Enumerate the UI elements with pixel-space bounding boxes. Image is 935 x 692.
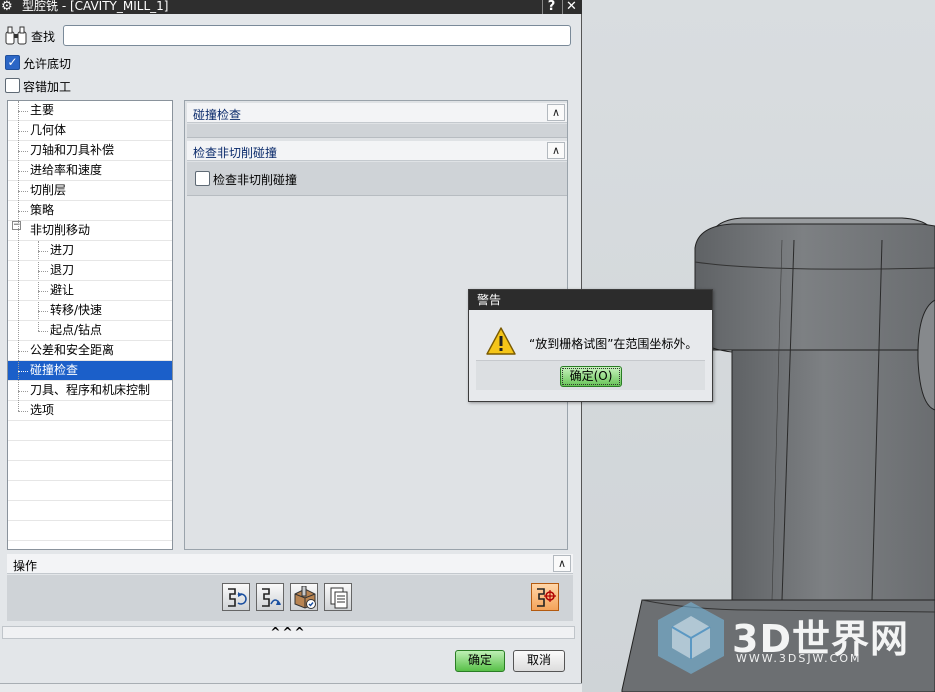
tree-item-label: 起点/钻点 xyxy=(50,323,103,337)
find-input[interactable] xyxy=(63,25,571,46)
tree-item-options[interactable]: 选项 xyxy=(8,401,172,421)
ok-button[interactable]: 确定 xyxy=(455,650,505,672)
tree-empty-row xyxy=(8,461,172,481)
warning-message: “放到栅格试图”在范围坐标外。 xyxy=(529,337,698,351)
tree-item-label: 避让 xyxy=(50,283,75,297)
find-row: 查找 xyxy=(4,24,574,48)
tree-item-label: 刀具、程序和机床控制 xyxy=(30,383,151,397)
tree-item-start-drill-points[interactable]: 起点/钻点 xyxy=(8,321,172,341)
tree-item-label: 刀轴和刀具补偿 xyxy=(30,143,115,157)
allow-undercut-checkbox[interactable]: ✓ xyxy=(5,55,20,70)
warning-title: 警告 xyxy=(469,290,712,310)
fault-tolerant-label: 容错加工 xyxy=(23,80,72,94)
replay-button[interactable] xyxy=(256,583,284,611)
tree-item-feeds-speeds[interactable]: 进给率和速度 xyxy=(8,161,172,181)
warning-ok-button[interactable]: 确定(O) xyxy=(560,366,622,387)
help-button[interactable]: ? xyxy=(542,0,560,14)
group-title: 检查非切削碰撞 xyxy=(193,146,278,160)
fault-tolerant-checkbox[interactable] xyxy=(5,78,20,93)
collapse-chevron-icon[interactable]: ∧ xyxy=(553,555,571,572)
cancel-button[interactable]: 取消 xyxy=(513,650,565,672)
collision-check-group-header[interactable]: 碰撞检查 ∧ xyxy=(187,103,567,123)
find-label: 查找 xyxy=(31,30,56,44)
tree-item-label: 公差和安全距离 xyxy=(30,343,115,357)
tree-item-label: 选项 xyxy=(30,403,55,417)
dialog-title: 型腔铣 - [CAVITY_MILL_1] xyxy=(22,0,169,13)
group-title: 碰撞检查 xyxy=(193,108,242,122)
operations-title: 操作 xyxy=(13,559,38,573)
tree-item-label: 策略 xyxy=(30,203,55,217)
tree-item-cut-levels[interactable]: 切削层 xyxy=(8,181,172,201)
tree-empty-row xyxy=(8,501,172,521)
gear-icon[interactable]: ⚙ xyxy=(1,0,15,14)
tree-item-engage[interactable]: 进刀 xyxy=(8,241,172,261)
tree-item-label: 转移/快速 xyxy=(50,303,103,317)
tree-item-label: 几何体 xyxy=(30,123,67,137)
tree-empty-row xyxy=(8,421,172,441)
generate-button[interactable] xyxy=(222,583,250,611)
generate-icon xyxy=(228,588,247,607)
tree-item-tolerances[interactable]: 公差和安全距离 xyxy=(8,341,172,361)
check-noncut-checkbox[interactable] xyxy=(195,171,210,186)
allow-undercut-label: 允许底切 xyxy=(23,57,72,71)
display-icon xyxy=(537,588,556,607)
tree-item-label: 退刀 xyxy=(50,263,75,277)
warning-dialog: 警告 “放到栅格试图”在范围坐标外。 确定(O) xyxy=(468,289,713,402)
verify-button[interactable] xyxy=(290,583,318,611)
tree-item-strategy[interactable]: 策略 xyxy=(8,201,172,221)
binoculars-icon[interactable] xyxy=(4,26,30,46)
expand-more-button[interactable]: ^^^ xyxy=(2,626,575,639)
tree-item-tool-axis[interactable]: 刀轴和刀具补偿 xyxy=(8,141,172,161)
collapse-chevron-icon[interactable]: ∧ xyxy=(547,142,565,159)
tree-item-transfer-rapid[interactable]: 转移/快速 xyxy=(8,301,172,321)
close-button[interactable]: ✕ xyxy=(562,0,580,14)
collision-check-group-body xyxy=(187,124,567,138)
replay-icon xyxy=(262,588,281,607)
tree-item-label: 非切削移动 xyxy=(30,223,91,237)
tree-empty-row xyxy=(8,441,172,461)
tree-item-label: 碰撞检查 xyxy=(30,363,79,377)
operations-group-header[interactable]: 操作 ∧ xyxy=(7,554,573,574)
collapse-toggle-icon[interactable]: − xyxy=(12,221,21,230)
tree-item-label: 主要 xyxy=(30,103,55,117)
cube-logo-icon xyxy=(658,602,724,674)
status-strip xyxy=(0,683,582,692)
operations-group-body xyxy=(7,575,573,621)
check-noncut-group-header[interactable]: 检查非切削碰撞 ∧ xyxy=(187,141,567,161)
collapse-chevron-icon[interactable]: ∧ xyxy=(547,104,565,121)
tree-empty-row xyxy=(8,481,172,501)
tree-item-label: 进刀 xyxy=(50,243,75,257)
tree-empty-row xyxy=(8,521,172,541)
check-noncut-label: 检查非切削碰撞 xyxy=(213,173,298,187)
tree-item-collision-check[interactable]: 碰撞检查 xyxy=(8,361,172,381)
warning-footer: 确定(O) xyxy=(476,360,705,390)
tree-item-avoidance[interactable]: 避让 xyxy=(8,281,172,301)
watermark: 3D世界网 WWW.3DSJW.COM xyxy=(652,598,922,678)
tree-item-non-cutting-moves[interactable]: − 非切削移动 xyxy=(8,221,172,241)
verify-icon xyxy=(294,586,316,609)
tree-item-retract[interactable]: 退刀 xyxy=(8,261,172,281)
tree-item-label: 切削层 xyxy=(30,183,67,197)
list-icon xyxy=(330,587,348,609)
display-button[interactable] xyxy=(531,583,559,611)
tree-item-main[interactable]: 主要 xyxy=(8,101,172,121)
check-noncut-group-body: 检查非切削碰撞 xyxy=(187,162,567,196)
navigation-tree: 主要 几何体 刀轴和刀具补偿 进给率和速度 切削层 策略 − 非切削移动 进刀 … xyxy=(7,100,173,550)
warning-icon xyxy=(486,327,516,355)
tree-item-geometry[interactable]: 几何体 xyxy=(8,121,172,141)
watermark-url: WWW.3DSJW.COM xyxy=(736,652,862,665)
list-button[interactable] xyxy=(324,583,352,611)
dialog-titlebar[interactable]: ⚙ 型腔铣 - [CAVITY_MILL_1] ? ✕ xyxy=(0,0,582,14)
tree-item-label: 进给率和速度 xyxy=(30,163,103,177)
tree-item-machine-control[interactable]: 刀具、程序和机床控制 xyxy=(8,381,172,401)
